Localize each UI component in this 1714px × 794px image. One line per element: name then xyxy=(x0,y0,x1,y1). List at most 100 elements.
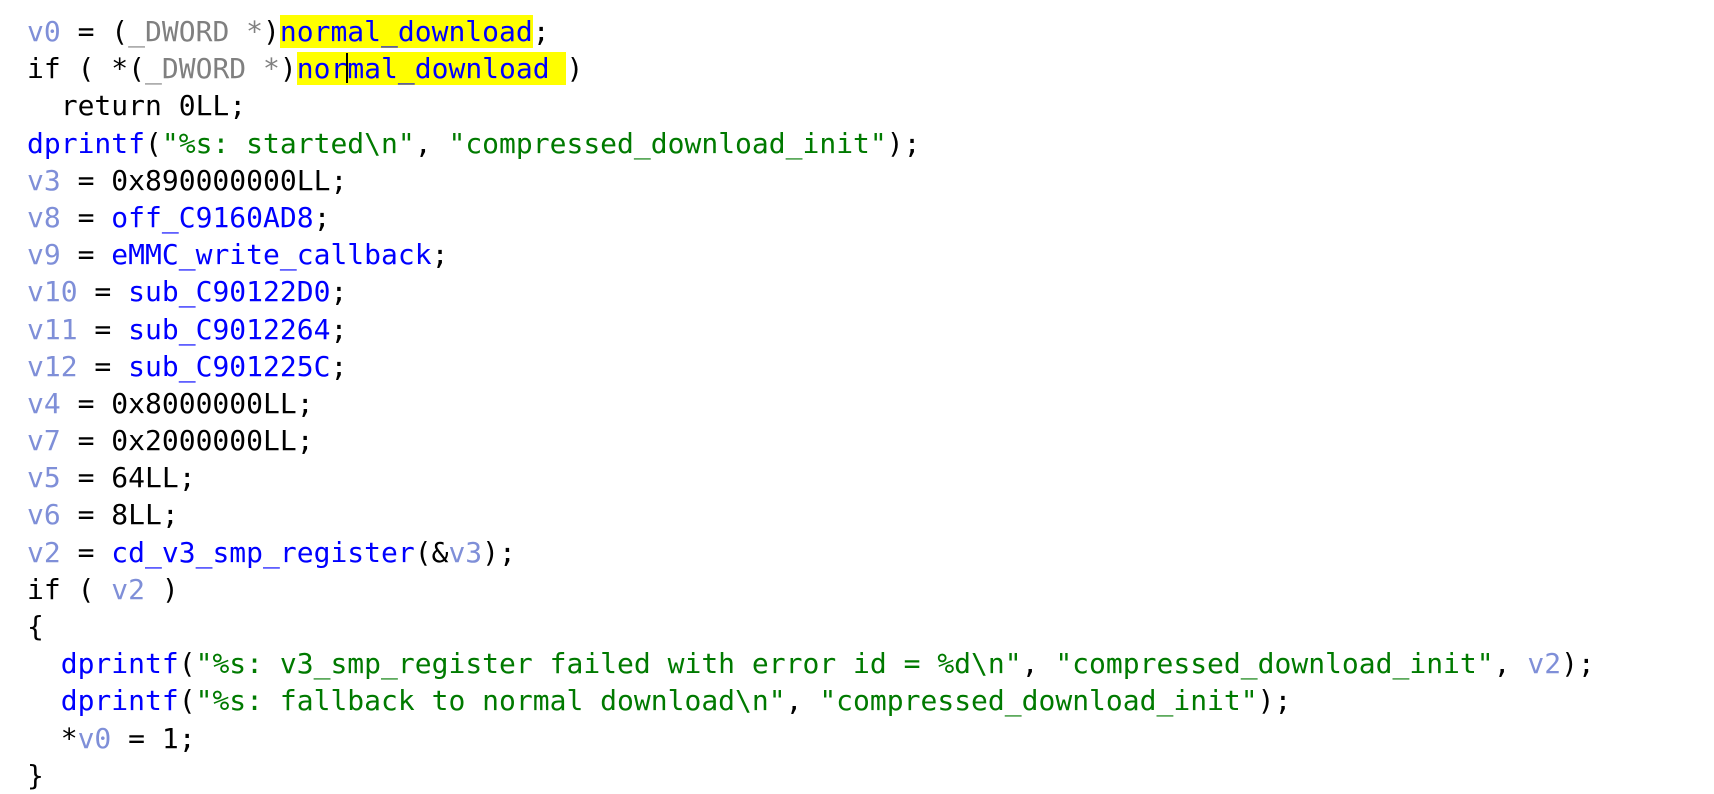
variable-token[interactable]: v0 xyxy=(78,722,112,755)
type-cast-token: _DWORD * xyxy=(145,52,280,86)
variable-token[interactable]: v0 xyxy=(27,15,61,48)
symbol-token[interactable]: dprintf xyxy=(27,127,145,160)
code-line[interactable]: v0 = (_DWORD *)normal_download; xyxy=(27,13,1595,50)
code-line[interactable]: return 0LL; xyxy=(27,87,1595,124)
code-text: = 64LL; xyxy=(60,461,196,495)
code-line[interactable]: *v0 = 1; xyxy=(27,720,1595,757)
string-literal-token: "%s: started\n" xyxy=(161,126,415,160)
symbol-token[interactable]: sub_C90122D0 xyxy=(128,275,330,308)
code-line[interactable]: v6 = 8LL; xyxy=(27,496,1595,533)
code-text: ; xyxy=(532,15,550,48)
variable-token[interactable]: v5 xyxy=(27,461,61,494)
code-text: { xyxy=(27,610,44,643)
variable-token[interactable]: v2 xyxy=(1527,647,1561,680)
code-text: ( xyxy=(111,15,129,48)
code-text: if ( xyxy=(27,572,112,606)
code-text: = 0x890000000LL; xyxy=(60,163,348,197)
code-line[interactable]: v11 = sub_C9012264; xyxy=(27,311,1595,348)
code-text: ; xyxy=(313,200,331,234)
string-literal-token: "compressed_download_init" xyxy=(1055,647,1494,681)
code-line[interactable]: v9 = eMMC_write_callback; xyxy=(27,236,1595,273)
string-literal-token: "%s: fallback to normal download\n" xyxy=(195,684,786,718)
code-line[interactable]: v4 = 0x8000000LL; xyxy=(27,385,1595,422)
pseudocode-view[interactable]: v0 = (_DWORD *)normal_download; if ( *(_D… xyxy=(0,0,1714,794)
variable-token[interactable]: v11 xyxy=(27,313,78,346)
code-line[interactable]: dprintf("%s: v3_smp_register failed with… xyxy=(27,645,1595,682)
code-line[interactable]: } xyxy=(27,757,1595,794)
code-text: return 0LL; xyxy=(27,89,247,123)
code-line[interactable]: dprintf("%s: started\n", "compressed_dow… xyxy=(27,125,1595,162)
code-line[interactable]: { xyxy=(27,608,1595,645)
code-text: = xyxy=(60,535,112,569)
code-text: ( xyxy=(178,647,196,681)
symbol-token[interactable]: eMMC_write_callback xyxy=(111,238,431,271)
code-text: ); xyxy=(1257,684,1292,718)
highlighted-symbol-token[interactable]: normal_download xyxy=(296,52,550,86)
code-line[interactable]: v8 = off_C9160AD8; xyxy=(27,199,1595,236)
symbol-token[interactable]: sub_C901225C xyxy=(128,350,330,383)
variable-token[interactable]: v8 xyxy=(27,201,61,234)
variable-token[interactable]: v2 xyxy=(27,536,61,569)
code-text: , xyxy=(414,126,449,160)
code-text: ) xyxy=(279,52,297,86)
code-text: * xyxy=(27,721,78,755)
code-text: = xyxy=(77,312,129,346)
code-line[interactable]: v7 = 0x2000000LL; xyxy=(27,422,1595,459)
code-text: ; xyxy=(330,349,348,383)
variable-token[interactable]: v6 xyxy=(27,498,61,531)
highlighted-symbol-token[interactable]: normal_download xyxy=(279,15,533,48)
code-text: ( xyxy=(178,684,196,718)
code-line[interactable]: if ( v2 ) xyxy=(27,571,1595,608)
variable-token[interactable]: v12 xyxy=(27,350,78,383)
variable-token[interactable]: v3 xyxy=(448,536,482,569)
code-listing[interactable]: v0 = (_DWORD *)normal_download; if ( *(_D… xyxy=(27,13,1595,794)
code-text: ); xyxy=(1561,647,1595,681)
code-text: } xyxy=(27,758,44,792)
code-text: (& xyxy=(414,535,449,569)
string-literal-token: "compressed_download_init" xyxy=(448,126,887,160)
variable-token[interactable]: v7 xyxy=(27,424,61,457)
variable-token[interactable]: v9 xyxy=(27,238,61,271)
code-line[interactable]: v2 = cd_v3_smp_register(&v3); xyxy=(27,534,1595,571)
code-text: = xyxy=(77,275,129,309)
symbol-token[interactable]: cd_v3_smp_register xyxy=(111,536,414,569)
string-literal-token: "%s: v3_smp_register failed with error i… xyxy=(195,647,1022,681)
code-line[interactable]: v5 = 64LL; xyxy=(27,459,1595,496)
code-text: ) xyxy=(263,15,280,48)
code-line[interactable]: dprintf("%s: fallback to normal download… xyxy=(27,682,1595,719)
code-text: = xyxy=(77,349,129,383)
code-text: ; xyxy=(431,238,449,272)
variable-token[interactable]: v3 xyxy=(27,164,61,197)
code-text: ; xyxy=(330,275,348,309)
code-text: ) xyxy=(145,572,179,606)
code-text: , xyxy=(1493,647,1528,681)
code-text: ( xyxy=(145,126,162,160)
code-line[interactable]: if ( *(_DWORD *)normal_download ) xyxy=(27,50,1595,87)
code-text: = 8LL; xyxy=(60,498,179,532)
symbol-token[interactable]: off_C9160AD8 xyxy=(111,201,313,234)
variable-token[interactable]: v10 xyxy=(27,275,78,308)
code-text: ) xyxy=(566,52,584,86)
code-text: if ( *( xyxy=(27,52,146,86)
code-text: ); xyxy=(482,535,516,569)
code-line[interactable]: v10 = sub_C90122D0; xyxy=(27,273,1595,310)
text-cursor xyxy=(346,53,349,84)
code-text: ; xyxy=(330,312,348,346)
code-text: = 0x2000000LL; xyxy=(60,424,314,458)
code-text: ); xyxy=(886,126,921,160)
symbol-token[interactable]: dprintf xyxy=(61,647,179,680)
variable-token[interactable]: v2 xyxy=(111,573,145,606)
symbol-token[interactable]: dprintf xyxy=(61,684,179,717)
code-text: , xyxy=(785,684,820,718)
code-line[interactable]: v12 = sub_C901225C; xyxy=(27,348,1595,385)
variable-token[interactable]: v4 xyxy=(27,387,61,420)
highlighted-symbol-token[interactable] xyxy=(549,52,567,86)
type-cast-token: _DWORD * xyxy=(128,15,264,48)
code-text: = xyxy=(60,200,112,234)
symbol-token[interactable]: sub_C9012264 xyxy=(128,313,330,346)
code-text: = xyxy=(60,238,112,272)
code-line[interactable]: v3 = 0x890000000LL; xyxy=(27,162,1595,199)
string-literal-token: "compressed_download_init" xyxy=(819,684,1258,718)
